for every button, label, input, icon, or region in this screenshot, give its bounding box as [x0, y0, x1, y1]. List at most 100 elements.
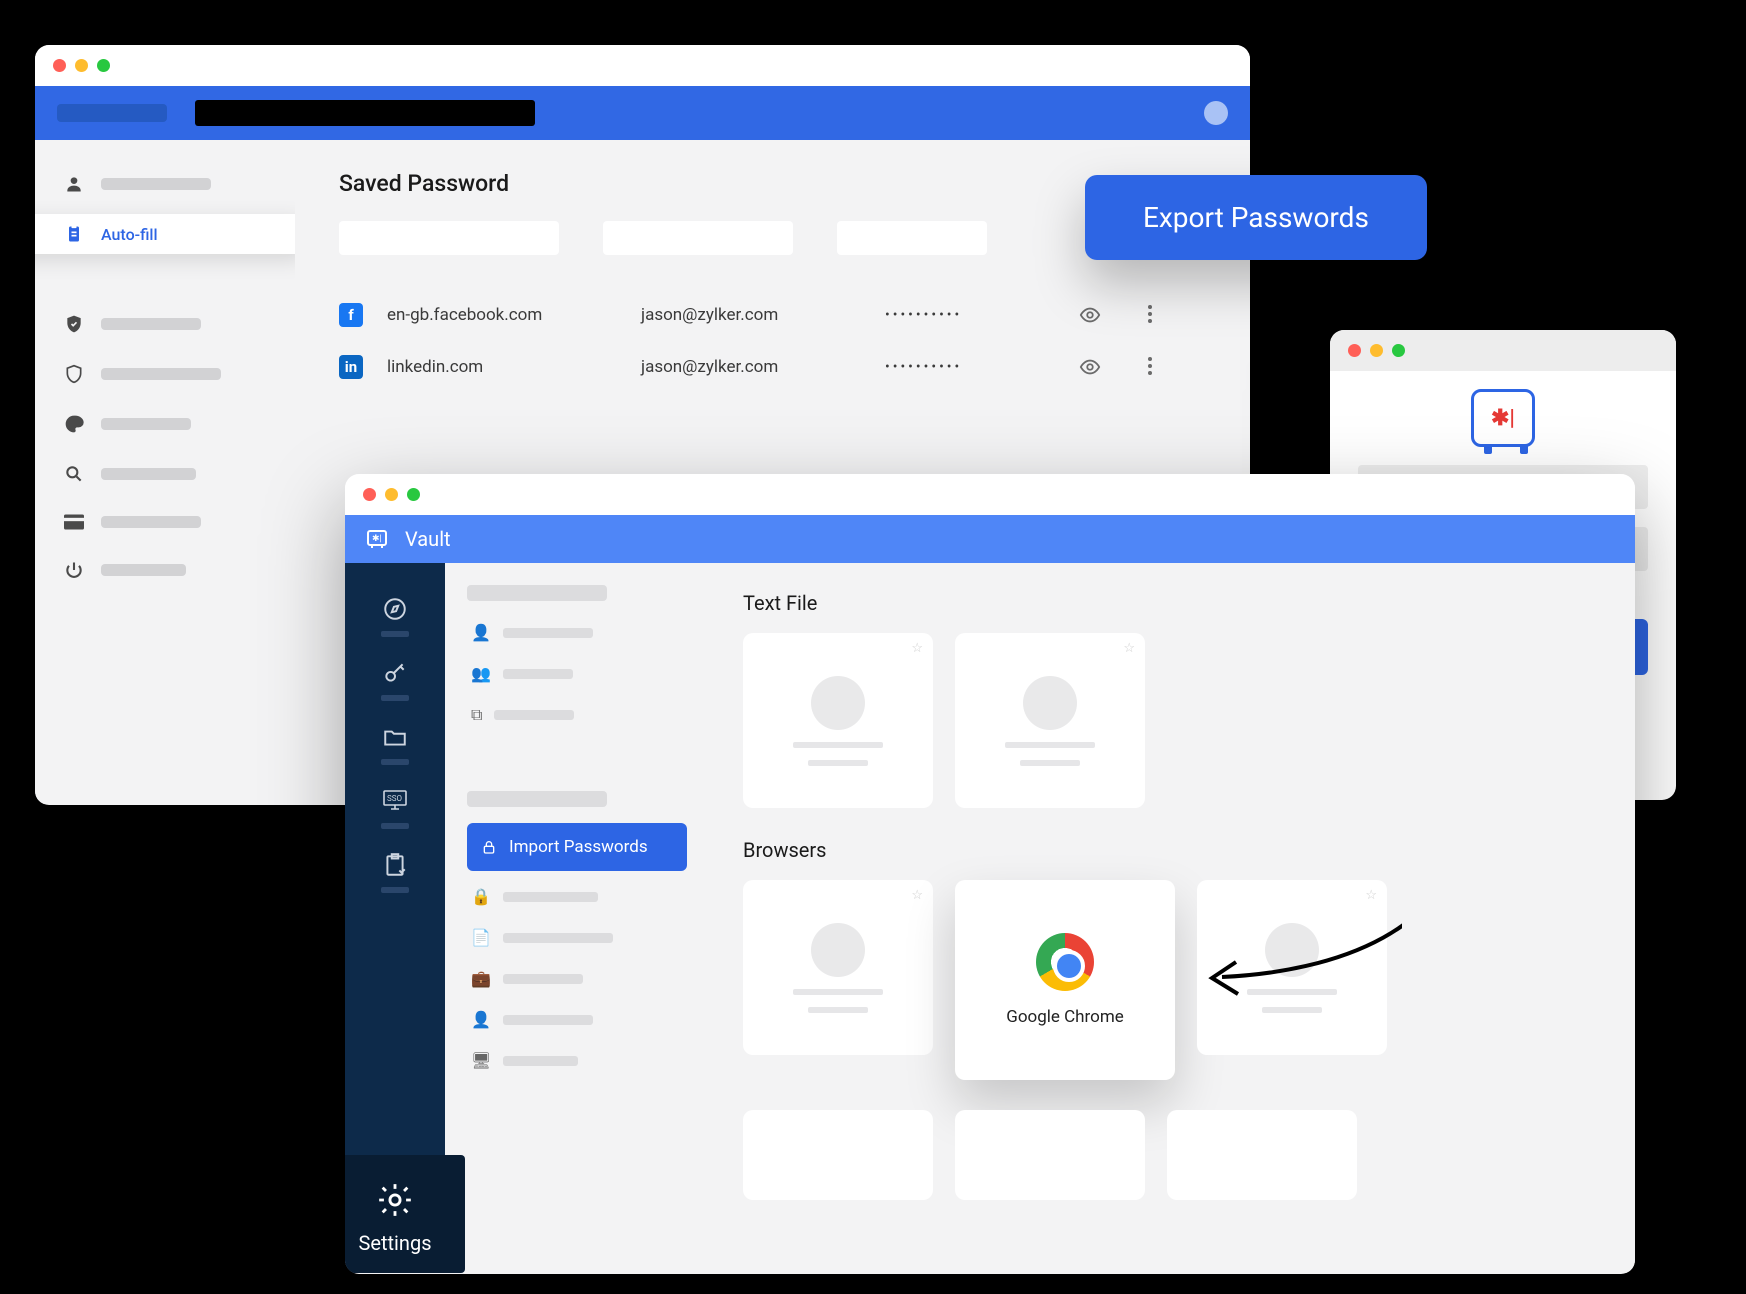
- sidebar-item-onstartup[interactable]: [35, 550, 295, 590]
- vault-rail: SSO Settings: [345, 563, 445, 1273]
- subnav-item[interactable]: ⧉: [467, 699, 687, 731]
- page-title: Saved Password: [339, 170, 1206, 197]
- import-card[interactable]: ☆: [955, 633, 1145, 808]
- gear-icon: [376, 1181, 414, 1219]
- section-title-browsers: Browsers: [743, 838, 1601, 862]
- maximize-dot[interactable]: [97, 59, 110, 72]
- import-card-chrome[interactable]: Google Chrome: [955, 880, 1175, 1080]
- palette-icon: [63, 414, 85, 434]
- app-title: Vault: [405, 527, 451, 551]
- column-header-placeholder: [837, 221, 987, 255]
- key-icon: [381, 659, 409, 687]
- subnav-item-label: Import Passwords: [509, 837, 648, 857]
- users-icon: 👥: [471, 664, 491, 683]
- row-site: linkedin.com: [387, 357, 617, 377]
- subnav-item[interactable]: 👥: [467, 658, 687, 689]
- folder-icon: [381, 723, 409, 751]
- section-title-textfile: Text File: [743, 591, 1601, 615]
- maximize-dot[interactable]: [1392, 344, 1405, 357]
- rail-item-audit[interactable]: [381, 845, 409, 899]
- subnav-item[interactable]: 👤: [467, 1004, 687, 1035]
- url-placeholder: [195, 100, 535, 126]
- import-card[interactable]: [955, 1110, 1145, 1200]
- password-row[interactable]: f en-gb.facebook.com jason@zylker.com ••…: [339, 289, 1206, 341]
- minimize-dot[interactable]: [75, 59, 88, 72]
- sidebar-item-appearance[interactable]: [35, 404, 295, 444]
- maximize-dot[interactable]: [407, 488, 420, 501]
- svg-text:✱|: ✱|: [372, 534, 382, 544]
- rail-item-passwords[interactable]: [381, 653, 409, 707]
- star-icon: ☆: [911, 641, 923, 656]
- avatar[interactable]: [1204, 101, 1228, 125]
- import-card[interactable]: ☆: [743, 880, 933, 1055]
- lock-small-icon: 🔒: [471, 887, 491, 906]
- linkedin-icon: in: [339, 355, 363, 379]
- window-titlebar: [35, 45, 1250, 86]
- vault-header: ✱| Vault: [345, 515, 1635, 563]
- subnav-item[interactable]: 🔒: [467, 881, 687, 912]
- shield-check-icon: [63, 314, 85, 334]
- subnav-item-import-passwords[interactable]: Import Passwords: [467, 823, 687, 871]
- export-passwords-button[interactable]: Export Passwords: [1085, 175, 1427, 260]
- subnav-item[interactable]: 📄: [467, 922, 687, 953]
- sidebar-item-autofill[interactable]: Auto-fill: [35, 214, 305, 254]
- rail-item-sso[interactable]: SSO: [381, 781, 409, 835]
- eye-icon[interactable]: [1079, 304, 1101, 326]
- minimize-dot[interactable]: [385, 488, 398, 501]
- close-dot[interactable]: [53, 59, 66, 72]
- sidebar-label-placeholder: [101, 178, 211, 190]
- import-card[interactable]: ☆: [743, 633, 933, 808]
- sso-icon: SSO: [381, 787, 409, 815]
- sidebar-item-security[interactable]: [35, 304, 295, 344]
- header-bar: [35, 86, 1250, 140]
- close-dot[interactable]: [1348, 344, 1361, 357]
- password-row[interactable]: in linkedin.com jason@zylker.com •••••••…: [339, 341, 1206, 393]
- sidebar-item-privacy[interactable]: [35, 354, 295, 394]
- monitor-icon: 🖥: [471, 1051, 491, 1070]
- copy-icon: ⧉: [471, 705, 482, 725]
- minimize-dot[interactable]: [1370, 344, 1383, 357]
- person-icon: [63, 174, 85, 194]
- card-icon: [63, 514, 85, 530]
- vault-window: ✱| Vault SSO Settings: [345, 474, 1635, 1274]
- search-icon: [63, 464, 85, 484]
- card-label: Google Chrome: [1006, 1007, 1124, 1027]
- close-dot[interactable]: [363, 488, 376, 501]
- rail-item-settings[interactable]: Settings: [345, 1155, 465, 1273]
- shield-icon: [63, 364, 85, 384]
- sidebar-item-account[interactable]: [35, 164, 295, 204]
- eye-icon[interactable]: [1079, 356, 1101, 378]
- subnav-item[interactable]: 💼: [467, 963, 687, 994]
- settings-sidebar: Auto-fill: [35, 140, 295, 804]
- sidebar-label-placeholder: [101, 516, 201, 528]
- sidebar-label-placeholder: [101, 564, 186, 576]
- user-icon: 👤: [471, 623, 491, 642]
- person-icon: 👤: [471, 1010, 491, 1029]
- subnav-item[interactable]: 🖥: [467, 1045, 687, 1076]
- rail-settings-label: Settings: [358, 1231, 431, 1255]
- subnav-heading-placeholder: [467, 585, 607, 601]
- sidebar-item-search[interactable]: [35, 454, 295, 494]
- arrow-icon: [1192, 802, 1402, 1022]
- svg-text:SSO: SSO: [387, 794, 403, 803]
- compass-icon: [381, 595, 409, 623]
- star-icon: ☆: [911, 888, 923, 903]
- chrome-icon: [1036, 933, 1094, 991]
- subnav-heading-placeholder: [467, 791, 607, 807]
- sidebar-item-payments[interactable]: [35, 504, 295, 540]
- column-header-placeholder: [603, 221, 793, 255]
- lock-icon: [481, 839, 497, 855]
- sidebar-label-placeholder: [101, 318, 201, 330]
- rail-item-folders[interactable]: [381, 717, 409, 771]
- column-header-placeholder: [339, 221, 559, 255]
- import-card[interactable]: [1167, 1110, 1357, 1200]
- subnav-item[interactable]: 👤: [467, 617, 687, 648]
- import-card[interactable]: [743, 1110, 933, 1200]
- more-icon[interactable]: [1147, 304, 1153, 326]
- vault-logo-icon: ✱|: [1471, 389, 1535, 447]
- window-titlebar: [1330, 330, 1676, 371]
- more-icon[interactable]: [1147, 356, 1153, 378]
- header-placeholder: [57, 104, 167, 122]
- rail-item-dashboard[interactable]: [381, 589, 409, 643]
- row-password: ••••••••••: [885, 359, 1055, 375]
